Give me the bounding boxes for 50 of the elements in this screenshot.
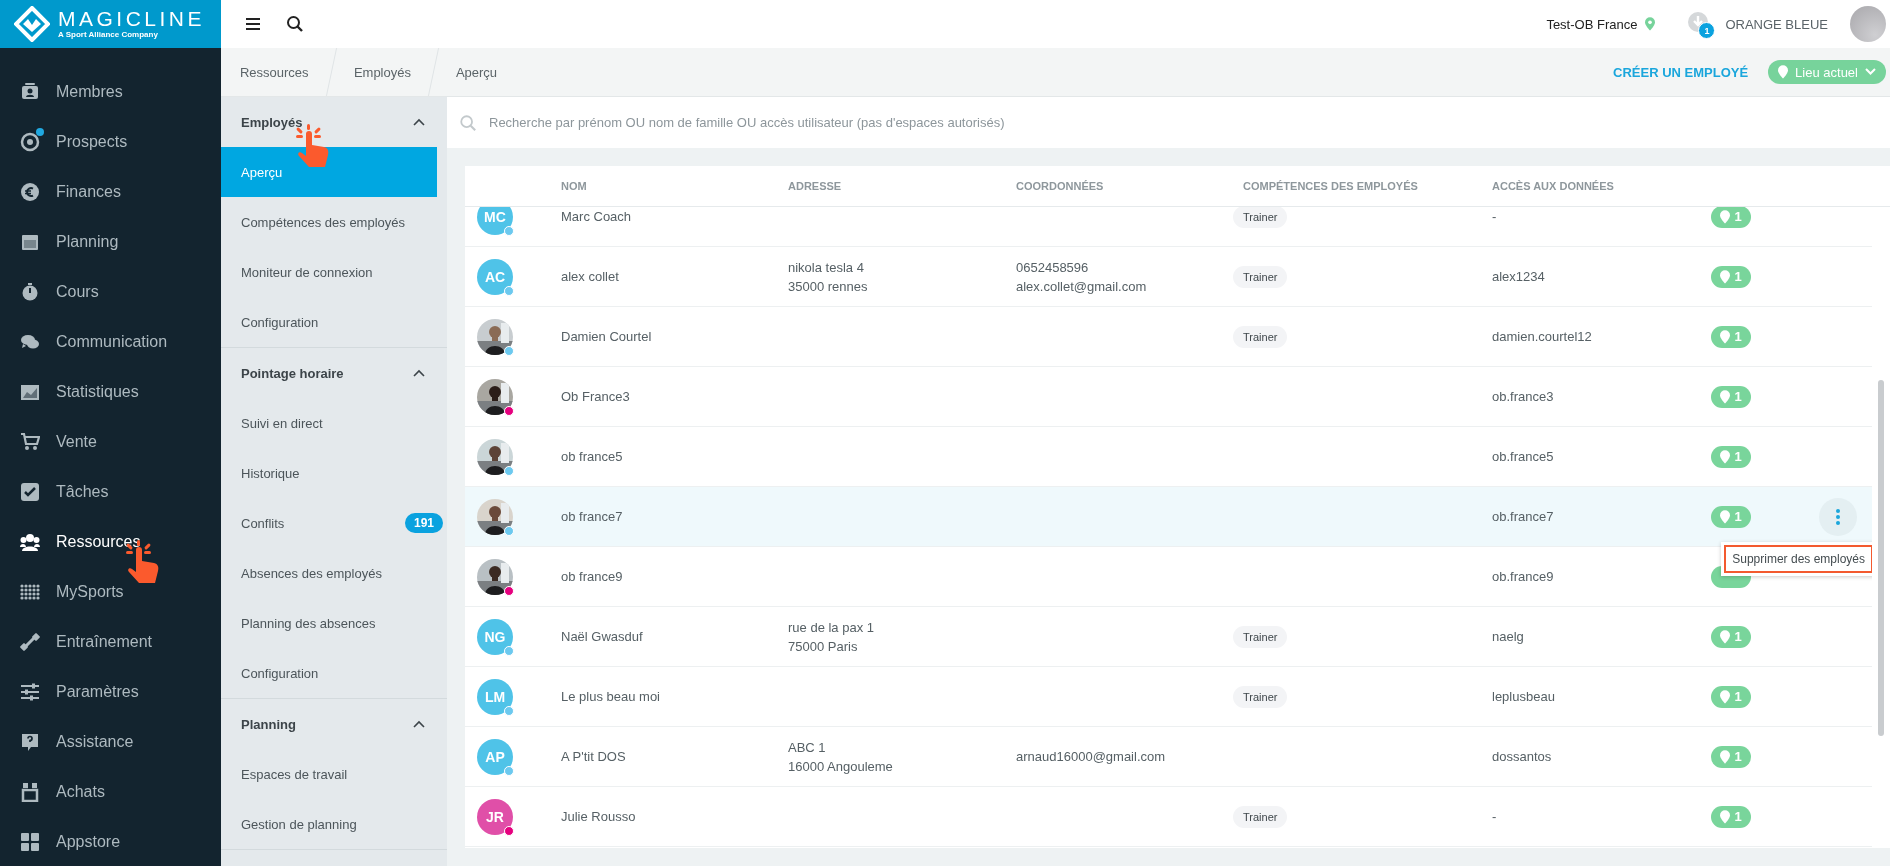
- table-cell-text: nikola tesla 4: [788, 259, 865, 275]
- table-cell-text: ob france5: [561, 449, 624, 464]
- table-cell-text: 35000 rennes: [788, 278, 869, 294]
- table-cell-text: ob.france5: [1492, 449, 1555, 464]
- column-header: COORDONNÉES: [1016, 180, 1105, 192]
- table-cell-text: 75000 Paris: [788, 638, 859, 654]
- column-header: ACCÈS AUX DONNÉES: [1492, 180, 1615, 192]
- table-cell-text: -: [1492, 809, 1498, 824]
- column-header: NOM: [561, 180, 588, 192]
- initials-avatar: MC: [477, 207, 513, 235]
- table-cell-text: damien.courtel12: [1492, 329, 1593, 344]
- skill-tag: Trainer: [1233, 685, 1288, 708]
- skill-tag: Trainer: [1233, 325, 1288, 348]
- skill-tag: Trainer: [1233, 265, 1288, 288]
- table-cell-text: arnaud16000@gmail.com: [1016, 749, 1167, 764]
- skill-tag: Trainer: [1233, 805, 1288, 828]
- table-cell-text: alex collet: [561, 269, 620, 284]
- table-cell-text: ob.france3: [1492, 389, 1555, 404]
- initials-avatar: LM: [477, 678, 513, 715]
- table-cell-text: 16000 Angouleme: [788, 758, 894, 774]
- table-cell-text: alex1234: [1492, 269, 1546, 284]
- table-cell-text: ob france7: [561, 509, 624, 524]
- initials-avatar: JR: [477, 798, 513, 835]
- skill-tag: Trainer: [1233, 207, 1288, 228]
- initials-avatar: AC: [477, 258, 513, 295]
- table-cell-text: Damien Courtel: [561, 329, 653, 344]
- table-cell-text: Naël Gwasduf: [561, 629, 644, 644]
- column-header: ADRESSE: [788, 180, 843, 192]
- column-header: COMPÉTENCES DES EMPLOYÉS: [1243, 180, 1419, 192]
- table-cell-text: Ob France3: [561, 389, 631, 404]
- initials-avatar: AP: [477, 738, 513, 775]
- logo-name: MAGICLINE: [58, 8, 206, 30]
- skill-tag: Trainer: [1233, 625, 1288, 648]
- logo-tagline: A Sport Alliance Company: [58, 30, 159, 40]
- table-cell-text: A P'tit DOS: [561, 749, 627, 764]
- count-badge: 191: [404, 513, 443, 533]
- table-cell-text: 0652458596: [1016, 259, 1090, 275]
- table-cell-text: alex.collet@gmail.com: [1016, 278, 1148, 294]
- table-cell-text: dossantos: [1492, 749, 1553, 764]
- table-cell-text: naelg: [1492, 629, 1525, 644]
- table-cell-text: ob.france7: [1492, 509, 1555, 524]
- notification-count: 1: [1698, 22, 1716, 39]
- table-cell-text: Julie Rousso: [561, 809, 637, 824]
- table-cell-text: ABC 1: [788, 739, 827, 755]
- initials-avatar: NG: [477, 618, 513, 655]
- table-cell-text: -: [1492, 209, 1498, 224]
- table-cell-text: leplusbeau: [1492, 689, 1556, 704]
- table-cell-text: rue de la pax 1: [788, 619, 875, 635]
- table-cell-text: Le plus beau moi: [561, 689, 661, 704]
- table-cell-text: Marc Coach: [561, 209, 633, 224]
